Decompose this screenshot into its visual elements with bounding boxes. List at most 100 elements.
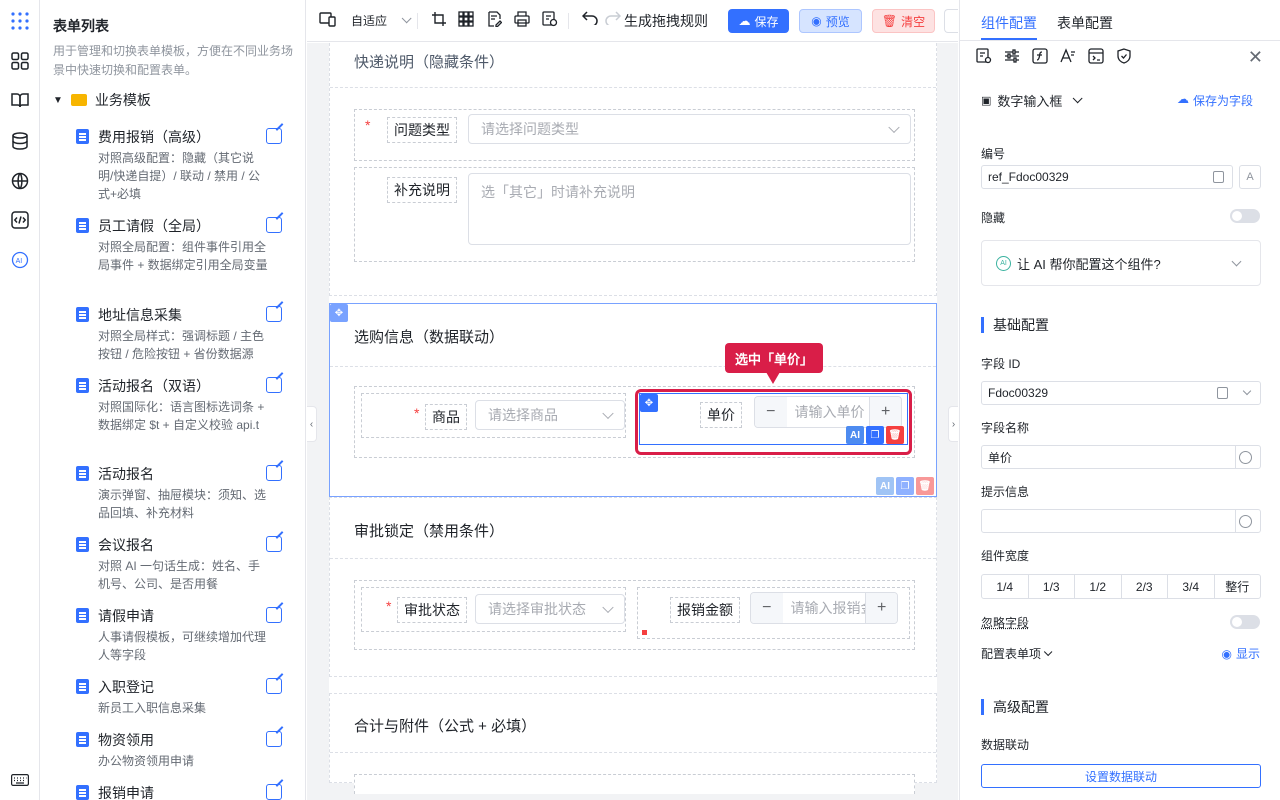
keyboard-icon[interactable] [10,770,30,790]
list-item[interactable]: 物资领用 办公物资领用申请 [76,730,290,770]
clear-button[interactable]: 🗑 清空 [872,9,935,33]
edit-icon[interactable] [266,536,282,552]
save-button[interactable]: ☁ 保存 [728,9,789,33]
template-icon[interactable] [542,11,558,27]
edit-icon[interactable] [266,465,282,481]
field-cell[interactable]: * 审批状态 请选择审批状态 [361,587,626,632]
apps-grid-icon[interactable] [10,11,30,31]
delete-icon[interactable]: 🗑 [886,426,904,444]
globe-icon[interactable] [1239,451,1252,464]
function-icon[interactable] [1032,48,1048,64]
amount-number-input[interactable]: − 请输入报销金额 + [750,592,898,624]
edit-icon[interactable] [266,607,282,623]
edit-icon[interactable] [266,217,282,233]
edit-icon[interactable] [266,306,282,322]
device-icon[interactable] [319,11,337,27]
ai-config-collapse[interactable]: AI 让 AI 帮你配置这个组件? [981,240,1261,286]
minus-button[interactable]: − [751,593,783,623]
edit-icon[interactable] [266,128,282,144]
edit-icon[interactable] [266,678,282,694]
collapse-left-icon[interactable]: ‹ [307,406,317,442]
set-linkage-button[interactable]: 设置数据联动 [981,764,1261,788]
section-summary[interactable]: 合计与附件（公式 + 必填） [329,693,937,794]
component-type-select[interactable]: ▣ 数字输入框 [981,91,1083,110]
section-express[interactable]: 快递说明（隐藏条件） * 问题类型 请选择问题类型 补充说明 选「其它」时请补充… [329,43,937,296]
code-block-icon[interactable] [1088,48,1104,64]
list-item[interactable]: 请假申请 人事请假模板，可继续增加代理人等字段 [76,606,290,664]
undo-icon[interactable] [582,11,598,25]
width-option[interactable]: 整行 [1215,575,1261,598]
folder-business-templates[interactable]: ▼ 业务模板 [53,90,151,110]
list-item[interactable]: 地址信息采集 对照全局样式：强调标题 / 主色按钮 / 危险按钮 + 省份数据源 [76,305,290,363]
tab-form-config[interactable]: 表单配置 [1057,13,1113,33]
issue-type-select[interactable]: 请选择问题类型 [468,114,911,144]
shield-icon[interactable] [1116,48,1132,64]
globe-icon[interactable] [1239,515,1252,528]
price-field-cell[interactable]: ✥ 单价 − 请输入单价 + AI ❐ 🗑 [639,393,908,445]
field-row[interactable]: 补充说明 选「其它」时请补充说明 [354,167,915,262]
close-icon[interactable]: ✕ [1248,47,1263,68]
section-approval[interactable]: 审批锁定（禁用条件） * 审批状态 请选择审批状态 报销金额 − 请输入报销金额 [329,497,937,677]
tab-component-config[interactable]: 组件配置 [981,13,1037,33]
drag-handle-icon[interactable]: ✥ [640,394,658,412]
components-icon[interactable] [10,51,30,71]
list-item[interactable]: 会议报名 对照 AI 一句话生成：姓名、手机号、公司、是否用餐 [76,535,290,593]
form-edit-icon[interactable] [486,11,502,27]
price-number-input[interactable]: − 请输入单价 + [754,396,902,428]
more-button[interactable] [944,9,958,33]
minus-button[interactable]: − [755,397,787,427]
field-cell[interactable]: 报销金额 − 请输入报销金额 + [637,587,910,639]
globe-icon[interactable] [10,171,30,191]
text-style-icon[interactable] [1060,48,1076,64]
edit-icon[interactable] [266,377,282,393]
list-item[interactable]: 报销申请 [76,783,290,800]
field-cell[interactable]: * 商品 请选择商品 [361,393,626,438]
resize-handle[interactable] [642,630,647,635]
width-option[interactable]: 3/4 [1168,575,1215,598]
width-option[interactable]: 1/3 [1029,575,1075,598]
list-item[interactable]: 费用报销（高级） 对照高级配置：隐藏（其它说明/快递自提）/ 联动 / 禁用 /… [76,127,290,202]
ai-assist-icon[interactable]: AI [846,426,864,444]
copy-icon[interactable]: ❐ [866,426,884,444]
book-icon[interactable] [10,90,30,110]
ignore-field-toggle[interactable] [1230,615,1260,629]
collapse-right-icon[interactable]: › [948,406,958,442]
text-format-icon[interactable]: A [1239,165,1261,189]
edit-icon[interactable] [266,784,282,800]
qrcode-icon[interactable] [458,11,474,27]
field-row[interactable]: * 问题类型 请选择问题类型 [354,109,915,161]
supplement-textarea[interactable]: 选「其它」时请补充说明 [468,173,911,245]
list-item[interactable]: 活动报名（双语） 对照国际化：语言图标选词条 + 数据绑定 $t + 自定义校验… [76,376,290,451]
field-id-select[interactable]: Fdoc00329 [981,381,1261,405]
section-purchase[interactable]: ✥ 选购信息（数据联动） * 商品 请选择商品 ✥ 单价 − 请输入单价 + A… [329,303,937,497]
plus-button[interactable]: + [869,397,901,427]
width-option[interactable]: 2/3 [1122,575,1168,598]
hidden-toggle[interactable] [1230,209,1260,223]
plus-button[interactable]: + [865,593,897,623]
field-name-input[interactable]: 单价 [981,445,1261,469]
ai-assist-icon[interactable]: AI [876,477,894,495]
database-icon[interactable] [10,131,30,151]
hint-input[interactable] [981,509,1261,533]
show-link[interactable]: ◉ 显示 [1222,645,1261,662]
list-item[interactable]: 活动报名 演示弹窗、抽屉模块：须知、选品回填、补充材料 [76,464,290,522]
sliders-icon[interactable] [1004,48,1020,64]
adaptive-select[interactable]: 自适应 [351,12,412,29]
width-option[interactable]: 1/4 [982,575,1029,598]
list-item[interactable]: 入职登记 新员工入职信息采集 [76,677,290,717]
print-icon[interactable] [514,11,530,27]
copy-icon[interactable] [1217,387,1228,399]
product-select[interactable]: 请选择商品 [475,400,625,430]
id-input[interactable]: ref_Fdoc00329 [981,165,1233,189]
copy-icon[interactable]: ❐ [896,477,914,495]
ai-icon[interactable]: AI [10,250,30,270]
preview-button[interactable]: ◉ 预览 [799,9,862,33]
approval-select[interactable]: 请选择审批状态 [475,594,625,624]
edit-icon[interactable] [266,731,282,747]
save-as-field-link[interactable]: ☁ 保存为字段 [1177,92,1253,109]
config-items-toggle[interactable]: 配置表单项 [981,645,1053,662]
delete-icon[interactable]: 🗑 [916,477,934,495]
list-item[interactable]: 员工请假（全局） 对照全局配置：组件事件引用全局事件 + 数据绑定引用全局变量 [76,216,290,291]
code-icon[interactable] [10,210,30,230]
redo-icon[interactable] [605,11,621,25]
